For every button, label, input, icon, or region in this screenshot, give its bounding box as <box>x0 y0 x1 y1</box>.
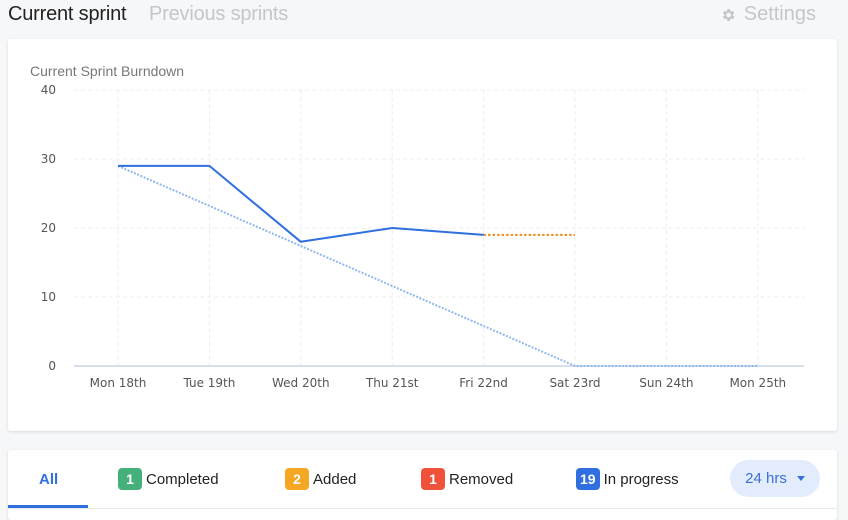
added-count-badge: 2 <box>285 468 309 490</box>
in-progress-count-badge: 19 <box>576 468 600 490</box>
time-range-dropdown[interactable]: 24 hrs <box>730 460 820 497</box>
filter-tab-all[interactable]: All <box>39 468 58 490</box>
filter-tab-removed[interactable]: 1 Removed <box>421 468 513 490</box>
x-tick-label: Fri 22nd <box>459 376 508 390</box>
top-tabs: Current sprint Previous sprints Settings <box>0 0 848 32</box>
ideal-series-line <box>117 164 758 367</box>
filter-tab-added[interactable]: 2 Added <box>285 468 356 490</box>
filter-label: Added <box>313 470 357 488</box>
filter-label: Completed <box>146 470 219 488</box>
gear-icon <box>722 8 735 21</box>
x-tick-label: Tue 19th <box>182 376 235 390</box>
settings-button[interactable]: Settings <box>720 3 816 26</box>
time-range-value: 24 hrs <box>745 470 787 487</box>
x-tick-label: Sat 23rd <box>549 376 600 390</box>
y-tick-label: 40 <box>41 83 56 97</box>
y-tick-label: 0 <box>48 359 56 373</box>
x-tick-label: Sun 24th <box>639 376 693 390</box>
filter-tab-in-progress[interactable]: 19 In progress <box>576 468 679 490</box>
x-tick-label: Wed 20th <box>272 376 330 390</box>
tab-previous-sprints[interactable]: Previous sprints <box>149 3 288 26</box>
tab-current-sprint[interactable]: Current sprint <box>8 3 127 26</box>
caret-down-icon <box>796 476 805 481</box>
filter-label: In progress <box>603 470 679 488</box>
y-tick-label: 30 <box>41 152 56 166</box>
completed-count-badge: 1 <box>118 468 142 490</box>
x-tick-label: Thu 21st <box>365 376 419 390</box>
divider <box>8 508 837 509</box>
y-tick-label: 10 <box>41 290 56 304</box>
settings-label: Settings <box>743 3 816 25</box>
y-tick-label: 20 <box>41 221 56 235</box>
filter-label: Removed <box>449 470 514 488</box>
removed-count-badge: 1 <box>421 468 445 490</box>
x-tick-label: Mon 25th <box>729 376 786 390</box>
burndown-chart: 0 10 20 30 40 Mon 18th Tue 19th Wed 20th Thu 21s… <box>41 83 804 390</box>
filter-tab-completed[interactable]: 1 Completed <box>118 468 219 490</box>
x-tick-label: Mon 18th <box>90 376 147 390</box>
filter-card: All 1 Completed 2 Added 1 Removed 19 In … <box>8 450 837 520</box>
burndown-chart-card: Current Sprint Burndown 0 10 20 30 40 Mon 18t… <box>8 39 837 431</box>
